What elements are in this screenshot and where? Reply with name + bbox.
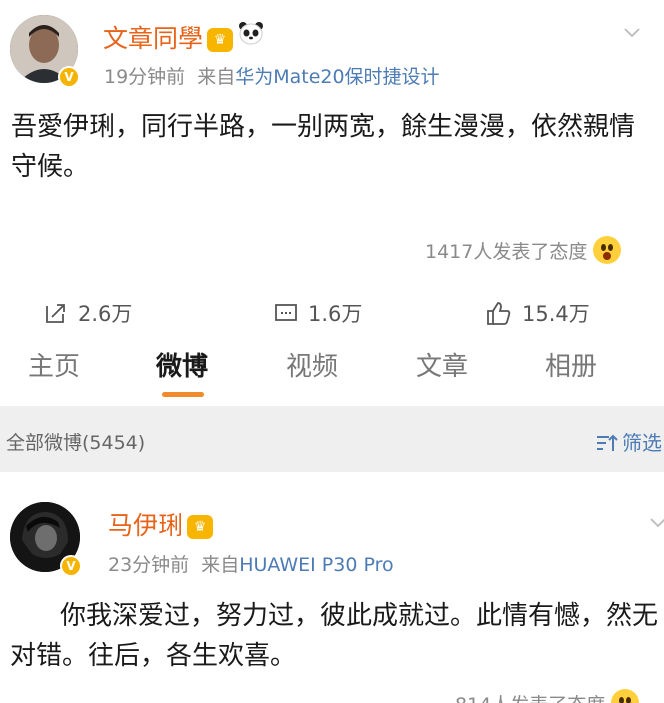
chevron-down-icon[interactable] bbox=[648, 512, 664, 532]
post-text: 吾愛伊琍，同行半路，一别两宽，餘生漫漫，依然親情守候。 bbox=[11, 112, 636, 182]
filter-label: 筛选 bbox=[622, 431, 662, 455]
source-prefix: 来自 bbox=[197, 66, 236, 88]
vip-crown-icon: ♛ bbox=[207, 28, 234, 52]
post-meta: 23分钟前 来自HUAWEI P30 Pro bbox=[108, 550, 394, 577]
reaction-summary-text: 1417人发表了态度 bbox=[425, 241, 588, 263]
post-action-bar: 2.6万 1.6万 15.4万 bbox=[0, 296, 664, 326]
post-source-link[interactable]: 华为Mate20保时捷设计 bbox=[235, 66, 439, 88]
reaction-summary[interactable]: 814人发表了态度 bbox=[455, 689, 640, 703]
tab-video[interactable]: 视频 bbox=[286, 346, 338, 383]
reaction-summary-text: 814人发表了态度 bbox=[455, 694, 605, 703]
tab-weibo[interactable]: 微博 bbox=[156, 346, 208, 383]
post-source-link[interactable]: HUAWEI P30 Pro bbox=[239, 554, 393, 576]
reaction-summary[interactable]: 1417人发表了态度 bbox=[425, 236, 622, 264]
like-count: 15.4万 bbox=[522, 302, 590, 326]
all-weibo-count[interactable]: 全部微博(5454) bbox=[6, 428, 145, 455]
tab-home[interactable]: 主页 bbox=[28, 346, 80, 383]
thumbs-up-icon bbox=[487, 302, 511, 325]
repost-button[interactable]: 2.6万 bbox=[44, 298, 132, 326]
comment-count: 1.6万 bbox=[308, 302, 363, 326]
comment-icon bbox=[275, 304, 297, 321]
wow-emoji-icon bbox=[593, 236, 622, 264]
active-tab-indicator bbox=[162, 392, 204, 397]
wow-emoji-icon bbox=[611, 689, 640, 703]
post-text: 你我深爱过，努力过，彼此成就过。此情有憾，然无对错。往后，各生欢喜。 bbox=[10, 601, 659, 671]
post-meta: 19分钟前 来自华为Mate20保时捷设计 bbox=[104, 62, 440, 89]
verified-badge-icon: V bbox=[58, 66, 80, 88]
filter-icon bbox=[597, 434, 618, 451]
repost-icon bbox=[46, 304, 65, 323]
filter-bar: 全部微博(5454) 筛选 bbox=[0, 406, 664, 472]
author-name[interactable]: 文章同學 bbox=[103, 24, 203, 53]
post-time: 23分钟前 bbox=[108, 554, 190, 576]
filter-button[interactable]: 筛选 bbox=[596, 427, 662, 456]
tab-article[interactable]: 文章 bbox=[416, 346, 468, 383]
repost-count: 2.6万 bbox=[78, 302, 133, 326]
verified-badge-icon: V bbox=[60, 555, 82, 577]
author-name[interactable]: 马伊琍 bbox=[108, 511, 183, 540]
panda-icon bbox=[239, 22, 264, 45]
vip-crown-icon: ♛ bbox=[187, 515, 214, 539]
comment-button[interactable]: 1.6万 bbox=[274, 298, 362, 326]
post-time: 19分钟前 bbox=[104, 66, 186, 88]
source-prefix: 来自 bbox=[201, 554, 240, 576]
like-button[interactable]: 15.4万 bbox=[486, 298, 590, 326]
post-card-wenzhang: V 文章同學 ♛ 19分钟前 来自华为Mate20保时捷设计 吾愛伊琍，同行半路，一… bbox=[0, 0, 664, 330]
tab-album[interactable]: 相册 bbox=[545, 346, 597, 383]
profile-tabs: 主页 微博 视频 文章 相册 bbox=[0, 326, 664, 406]
chevron-down-icon[interactable] bbox=[622, 22, 642, 42]
